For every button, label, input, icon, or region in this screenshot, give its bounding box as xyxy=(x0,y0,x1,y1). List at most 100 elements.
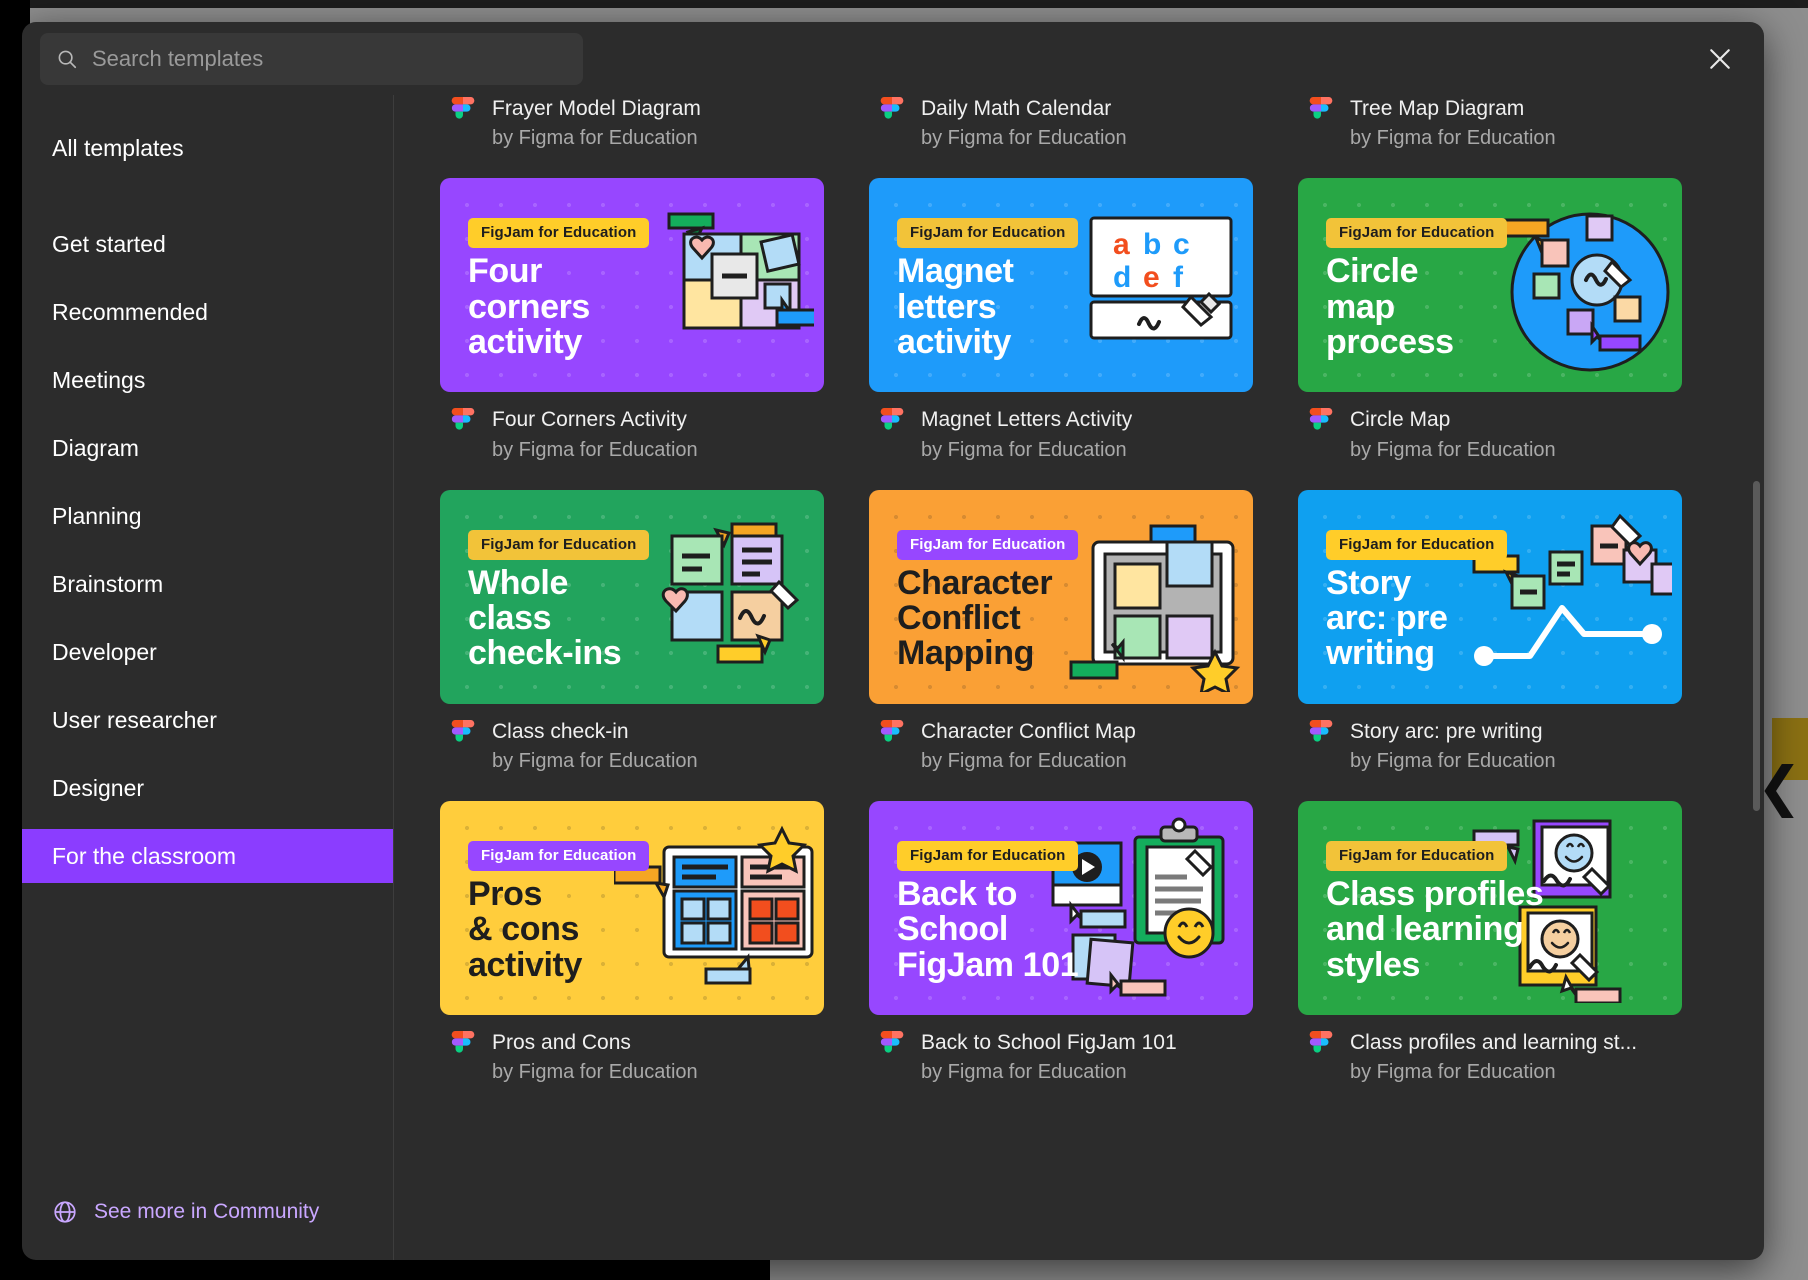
template-thumbnail-title: Back to School FigJam 101 xyxy=(897,874,1079,984)
sidebar-item-designer[interactable]: Designer xyxy=(22,761,393,815)
template-card[interactable]: FigJam for Education Story arc: pre writ… xyxy=(1298,464,1682,775)
template-author: by Figma for Education xyxy=(921,127,1127,150)
sidebar: All templates Get started Recommended Meeti… xyxy=(22,95,394,1260)
template-thumbnail[interactable]: FigJam for Education Pros & cons activit… xyxy=(440,800,824,1015)
template-author: by Figma for Education xyxy=(921,438,1127,461)
sidebar-footer: See more in Community xyxy=(22,1164,393,1260)
figma-logo-icon xyxy=(1309,719,1333,742)
sidebar-item-brainstorm[interactable]: Brainstorm xyxy=(22,557,393,611)
sidebar-item-label: Diagram xyxy=(52,434,139,461)
template-meta: Daily Math Calendar by Figma for Educati… xyxy=(869,95,1253,152)
template-author: by Figma for Education xyxy=(1350,749,1556,772)
templates-grid: FigJam for Education Four corners activi… xyxy=(440,152,1738,1086)
template-author: by Figma for Education xyxy=(492,127,698,150)
template-thumbnail[interactable]: a b c d e f FigJam for Education Magnet … xyxy=(869,178,1253,393)
search-box[interactable] xyxy=(40,32,583,85)
template-meta: Tree Map Diagram by Figma for Education xyxy=(1298,95,1682,152)
community-link-label: See more in Community xyxy=(94,1200,320,1223)
sidebar-item-diagram[interactable]: Diagram xyxy=(22,421,393,475)
figjam-education-badge: FigJam for Education xyxy=(897,218,1079,249)
template-card[interactable]: FigJam for Education Circle map process … xyxy=(1298,152,1682,463)
template-thumbnail[interactable]: FigJam for Education Circle map process xyxy=(1298,178,1682,393)
close-icon xyxy=(1710,48,1730,69)
template-card[interactable]: FigJam for Education Back to School FigJ… xyxy=(869,775,1253,1086)
template-name: Four Corners Activity xyxy=(492,408,687,432)
template-thumbnail-title: Four corners activity xyxy=(468,252,590,362)
search-icon xyxy=(58,50,77,68)
svg-text:c: c xyxy=(1173,228,1190,261)
template-thumbnail[interactable]: FigJam for Education Back to School FigJ… xyxy=(869,800,1253,1015)
figma-logo-icon xyxy=(880,719,904,742)
figma-logo-icon xyxy=(1309,1030,1333,1053)
template-thumbnail-title: Circle map process xyxy=(1326,252,1454,362)
figjam-education-badge: FigJam for Education xyxy=(897,840,1079,871)
template-author: by Figma for Education xyxy=(921,1061,1127,1084)
template-meta: Character Conflict Map by Figma for Educ… xyxy=(869,704,1253,775)
template-card[interactable]: a b c d e f FigJam for Education Magnet … xyxy=(869,152,1253,463)
sidebar-item-for-the-classroom[interactable]: For the classroom xyxy=(22,829,393,883)
template-card[interactable]: Frayer Model Diagram by Figma for Educat… xyxy=(440,95,824,152)
template-thumbnail[interactable]: FigJam for Education Story arc: pre writ… xyxy=(1298,489,1682,704)
sidebar-item-label: Brainstorm xyxy=(52,570,164,597)
sidebar-item-user-researcher[interactable]: User researcher xyxy=(22,693,393,747)
sidebar-item-label: For the classroom xyxy=(52,842,237,869)
template-thumbnail[interactable]: FigJam for Education Character Conflict … xyxy=(869,489,1253,704)
template-meta: Class profiles and learning st... by Fig… xyxy=(1298,1015,1682,1086)
template-card[interactable]: FigJam for Education Pros & cons activit… xyxy=(440,775,824,1086)
figma-logo-icon xyxy=(451,408,475,430)
template-thumbnail[interactable]: FigJam for Education Whole class check-i… xyxy=(440,489,824,704)
figma-logo-icon xyxy=(451,719,475,742)
template-meta: Story arc: pre writing by Figma for Educ… xyxy=(1298,704,1682,775)
template-name: Class profiles and learning st... xyxy=(1350,1030,1638,1054)
close-button[interactable] xyxy=(1702,41,1738,77)
scrollbar-track[interactable] xyxy=(1753,181,1762,1241)
sidebar-item-label: Recommended xyxy=(52,298,208,325)
sidebar-item-meetings[interactable]: Meetings xyxy=(22,353,393,407)
template-meta: Frayer Model Diagram by Figma for Educat… xyxy=(440,95,824,152)
template-card[interactable]: FigJam for Education Whole class check-i… xyxy=(440,464,824,775)
template-author: by Figma for Education xyxy=(492,749,698,772)
template-thumbnail-title: Pros & cons activity xyxy=(468,874,582,984)
sidebar-item-planning[interactable]: Planning xyxy=(22,489,393,543)
template-author: by Figma for Education xyxy=(1350,438,1556,461)
see-more-in-community-link[interactable]: See more in Community xyxy=(52,1199,319,1225)
template-thumbnail-title: Class profiles and learning styles xyxy=(1326,874,1544,984)
template-thumbnail[interactable]: FigJam for Education Class profiles and … xyxy=(1298,800,1682,1015)
template-card[interactable]: FigJam for Education Character Conflict … xyxy=(869,464,1253,775)
svg-text:b: b xyxy=(1143,228,1161,261)
figjam-education-badge: FigJam for Education xyxy=(1326,840,1508,871)
svg-text:a: a xyxy=(1113,228,1130,261)
template-card[interactable]: Daily Math Calendar by Figma for Educati… xyxy=(869,95,1253,152)
sidebar-item-get-started[interactable]: Get started xyxy=(22,217,393,271)
sidebar-item-recommended[interactable]: Recommended xyxy=(22,285,393,339)
template-thumbnail-title: Whole class check-ins xyxy=(468,563,622,673)
template-name: Pros and Cons xyxy=(492,1030,631,1054)
template-meta: Magnet Letters Activity by Figma for Edu… xyxy=(869,392,1253,463)
template-meta-text: Pros and Cons by Figma for Education xyxy=(492,1029,698,1086)
figma-logo-icon xyxy=(451,97,475,119)
figjam-education-badge: FigJam for Education xyxy=(468,840,650,871)
template-meta: Back to School FigJam 101 by Figma for E… xyxy=(869,1015,1253,1086)
template-card[interactable]: FigJam for Education Four corners activi… xyxy=(440,152,824,463)
template-author: by Figma for Education xyxy=(492,438,698,461)
template-meta: Class check-in by Figma for Education xyxy=(440,704,824,775)
template-name: Frayer Model Diagram xyxy=(492,97,701,120)
screen: ❮ All templatesGet startedRecommendedMee… xyxy=(0,0,1808,1280)
figma-logo-icon xyxy=(451,1030,475,1053)
sidebar-item-label: Planning xyxy=(52,502,142,529)
template-meta-text: Character Conflict Map by Figma for Educ… xyxy=(921,718,1136,775)
sidebar-item-label: User researcher xyxy=(52,706,217,733)
svg-text:e: e xyxy=(1143,261,1160,294)
template-meta-text: Frayer Model Diagram by Figma for Educat… xyxy=(492,95,701,152)
template-meta-text: Back to School FigJam 101 by Figma for E… xyxy=(921,1029,1177,1086)
scrollbar-thumb[interactable] xyxy=(1753,481,1760,811)
partial-row-grid: Frayer Model Diagram by Figma for Educat… xyxy=(440,95,1738,152)
sidebar-item-all-templates[interactable]: All templates xyxy=(22,121,393,175)
sidebar-item-developer[interactable]: Developer xyxy=(22,625,393,679)
search-input[interactable] xyxy=(92,45,567,72)
template-card[interactable]: FigJam for Education Class profiles and … xyxy=(1298,775,1682,1086)
template-card[interactable]: Tree Map Diagram by Figma for Education xyxy=(1298,95,1682,152)
sidebar-item-label: Developer xyxy=(52,638,157,665)
sidebar-item-label: Designer xyxy=(52,774,145,801)
template-thumbnail[interactable]: FigJam for Education Four corners activi… xyxy=(440,178,824,393)
